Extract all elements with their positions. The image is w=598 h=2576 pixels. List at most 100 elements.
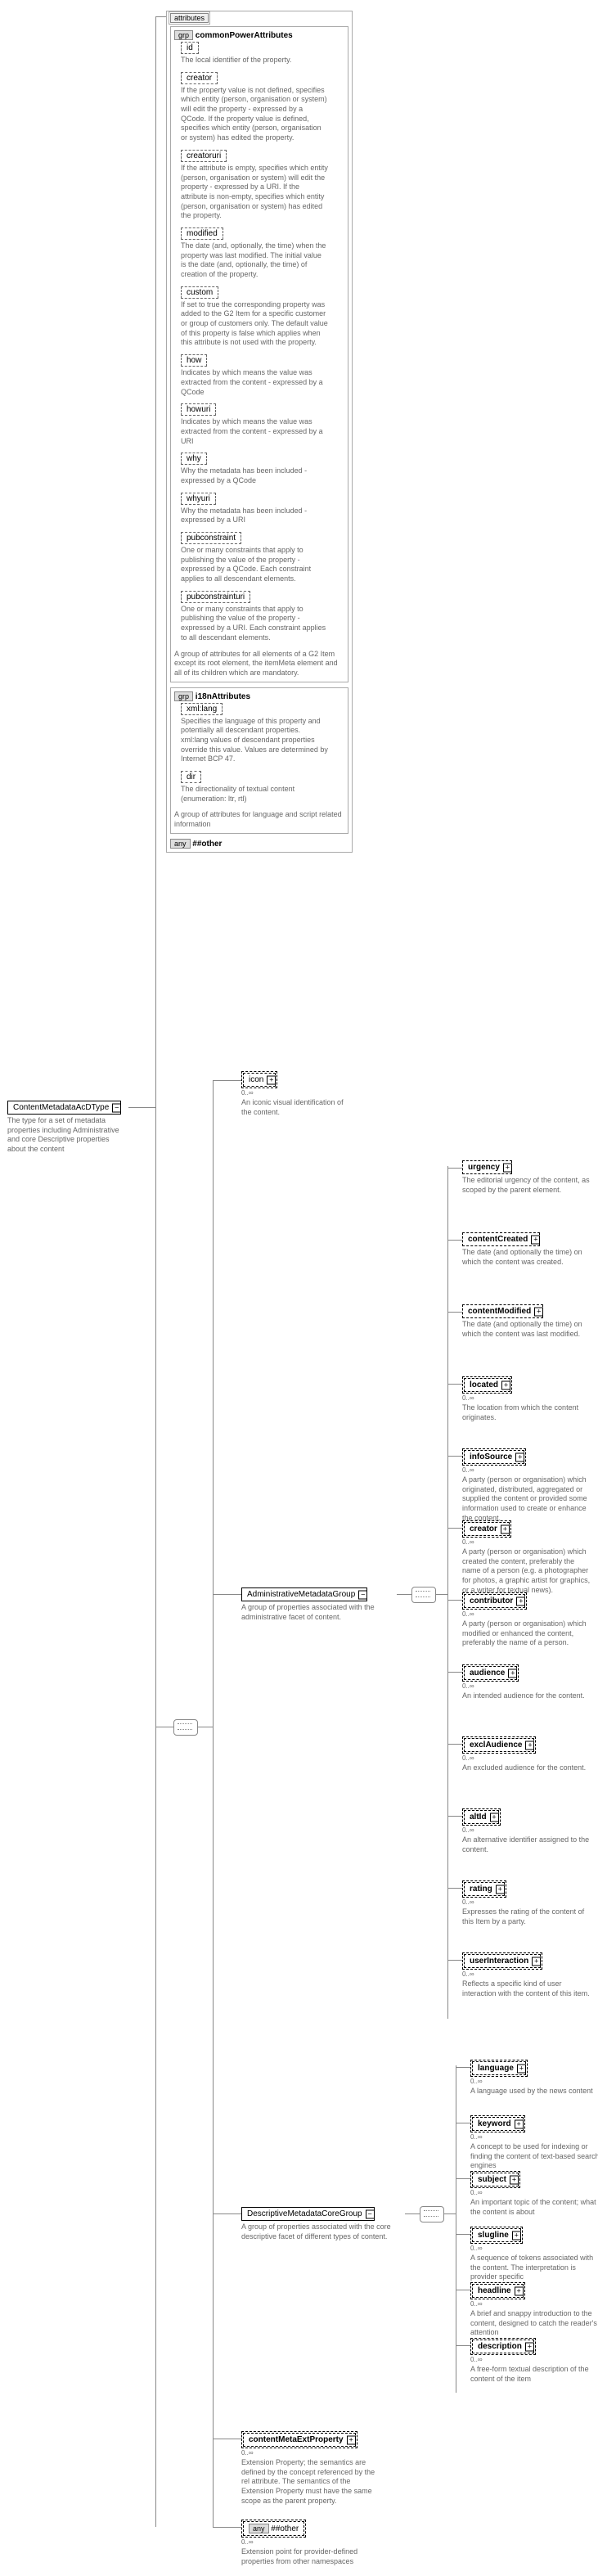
element-name: creator [470,1524,497,1533]
plus-icon[interactable]: + [516,1596,525,1605]
attribute-desc: If set to true the corresponding propert… [181,300,328,348]
ext-desc: Extension Property; the semantics are de… [241,2458,380,2506]
element-desc: A sequence of tokens associated with the… [470,2254,598,2282]
plus-icon[interactable]: + [496,1885,505,1894]
element-name: userInteraction [470,1957,528,1966]
attribute-name: howuri [181,403,216,416]
attribute-name: pubconstraint [181,532,241,544]
admin-desc: A group of properties associated with th… [241,1603,397,1622]
element-desc: An excluded audience for the content. [462,1763,593,1773]
plus-icon[interactable]: + [510,2175,519,2184]
attribute-creator: creatorIf the property value is not defi… [181,72,344,143]
plus-icon[interactable]: + [490,1813,499,1822]
minus-icon[interactable]: − [358,1590,367,1599]
element-count: 0..∞ [470,2189,598,2196]
group-label: commonPowerAttributes [196,31,293,40]
plus-icon[interactable]: + [267,1075,276,1084]
plus-icon[interactable]: + [531,1235,540,1244]
attribute-name: xml:lang [181,703,223,715]
sequence-indicator [411,1587,436,1605]
attribute-desc: The date (and, optionally, the time) whe… [181,241,328,280]
group-commonPowerAttributes: grp commonPowerAttributes idThe local id… [170,26,348,682]
element-desc: A concept to be used for indexing or fin… [470,2142,598,2171]
element-userInteraction: userInteraction +0..∞Reflects a specific … [462,1952,593,1998]
element-name: located [470,1380,498,1389]
element-name: keyword [478,2119,511,2128]
descr-group: DescriptiveMetadataCoreGroup− A group of… [241,2207,405,2241]
element-desc: The editorial urgency of the content, as… [462,1176,593,1195]
element-count: 0..∞ [462,1970,593,1978]
element-desc: A party (person or organisation) which o… [462,1475,593,1523]
icon-count: 0..∞ [241,1089,348,1097]
attribute-pubconstrainturi: pubconstrainturiOne or many constraints … [181,591,344,643]
plus-icon[interactable]: + [508,1669,517,1678]
plus-icon[interactable]: + [517,2064,526,2073]
root-type-box: ContentMetadataAcDType− The type for a s… [7,1101,128,1155]
attribute-creatoruri: creatoruriIf the attribute is empty, spe… [181,150,344,221]
any-label: ##other [271,2524,299,2533]
attribute-why: whyWhy the metadata has been included - … [181,453,344,485]
element-headline: headline+0..∞A brief and snappy introduc… [470,2282,598,2338]
attribute-name: id [181,42,199,54]
element-contentCreated: contentCreated+ The date (and optionally … [462,1232,593,1267]
icon-element: icon+ 0..∞ An iconic visual identificati… [241,1071,348,1117]
element-desc: A free-form textual description of the c… [470,2365,598,2384]
minus-icon[interactable]: − [366,2209,375,2218]
element-rating: rating+0..∞Expresses the rating of the c… [462,1880,593,1926]
attribute-id: id The local identifier of the property. [181,42,344,65]
attribute-desc: The local identifier of the property. [181,56,328,65]
element-infoSource: infoSource+0..∞A party (person or organi… [462,1448,593,1523]
plus-icon[interactable]: + [532,1957,541,1966]
element-name: description [478,2342,522,2351]
element-count: 0..∞ [462,1394,593,1402]
ext-property: contentMetaExtProperty+ 0..∞ Extension P… [241,2431,380,2506]
element-desc: A language used by the news content [470,2087,598,2096]
element-name: contributor [470,1596,513,1605]
plus-icon[interactable]: + [525,2342,534,2351]
element-name: infoSource [470,1452,512,1461]
plus-icon[interactable]: + [515,2286,524,2295]
plus-icon[interactable]: + [534,1307,543,1316]
element-desc: Reflects a specific kind of user interac… [462,1979,593,1998]
any-prefix-icon: any [249,2524,269,2533]
attributes-group: attributes grp commonPowerAttributes idT… [166,11,353,853]
element-name: headline [478,2286,511,2295]
any-element-bottom: any ##other 0..∞ Extension point for pro… [241,2520,380,2566]
icon-desc: An iconic visual identification of the c… [241,1098,348,1117]
element-desc: A brief and snappy introduction to the c… [470,2309,598,2338]
element-name: contentCreated [468,1235,528,1244]
element-count: 0..∞ [462,1754,593,1762]
element-count: 0..∞ [470,2078,598,2085]
attribute-name: modified [181,227,223,240]
descr-name: DescriptiveMetadataCoreGroup [247,2209,362,2218]
plus-icon[interactable]: + [501,1380,510,1389]
element-desc: The date (and optionally the time) on wh… [462,1248,593,1267]
element-name: language [478,2064,514,2073]
element-name: exclAudience [470,1741,522,1750]
any-attribute: any ##other [170,839,348,849]
element-desc: An alternative identifier assigned to th… [462,1835,593,1854]
element-count: 0..∞ [470,2133,598,2141]
element-desc: A party (person or organisation) which m… [462,1619,593,1648]
element-desc: Expresses the rating of the content of t… [462,1907,593,1926]
plus-icon[interactable]: + [515,2119,524,2128]
element-count: 0..∞ [462,1898,593,1906]
plus-icon[interactable]: + [512,2231,521,2240]
attribute-dir: dirThe directionality of textual content… [181,771,344,804]
root-type-name: ContentMetadataAcDType [13,1103,109,1112]
plus-icon[interactable]: + [347,2435,356,2444]
plus-icon[interactable]: + [501,1524,510,1533]
element-desc: An important topic of the content; what … [470,2198,598,2217]
element-name: audience [470,1669,505,1678]
attribute-desc: Specifies the language of this property … [181,717,328,764]
minus-icon[interactable]: − [112,1103,121,1112]
descr-desc: A group of properties associated with th… [241,2222,405,2241]
element-count: 0..∞ [462,1826,593,1834]
any-count: 0..∞ [241,2538,380,2546]
attribute-name: creator [181,72,218,84]
plus-icon[interactable]: + [525,1741,534,1750]
plus-icon[interactable]: + [515,1452,524,1461]
plus-icon[interactable]: + [503,1163,512,1172]
attribute-desc: One or many constraints that apply to pu… [181,546,328,584]
group-label: i18nAttributes [196,692,250,701]
